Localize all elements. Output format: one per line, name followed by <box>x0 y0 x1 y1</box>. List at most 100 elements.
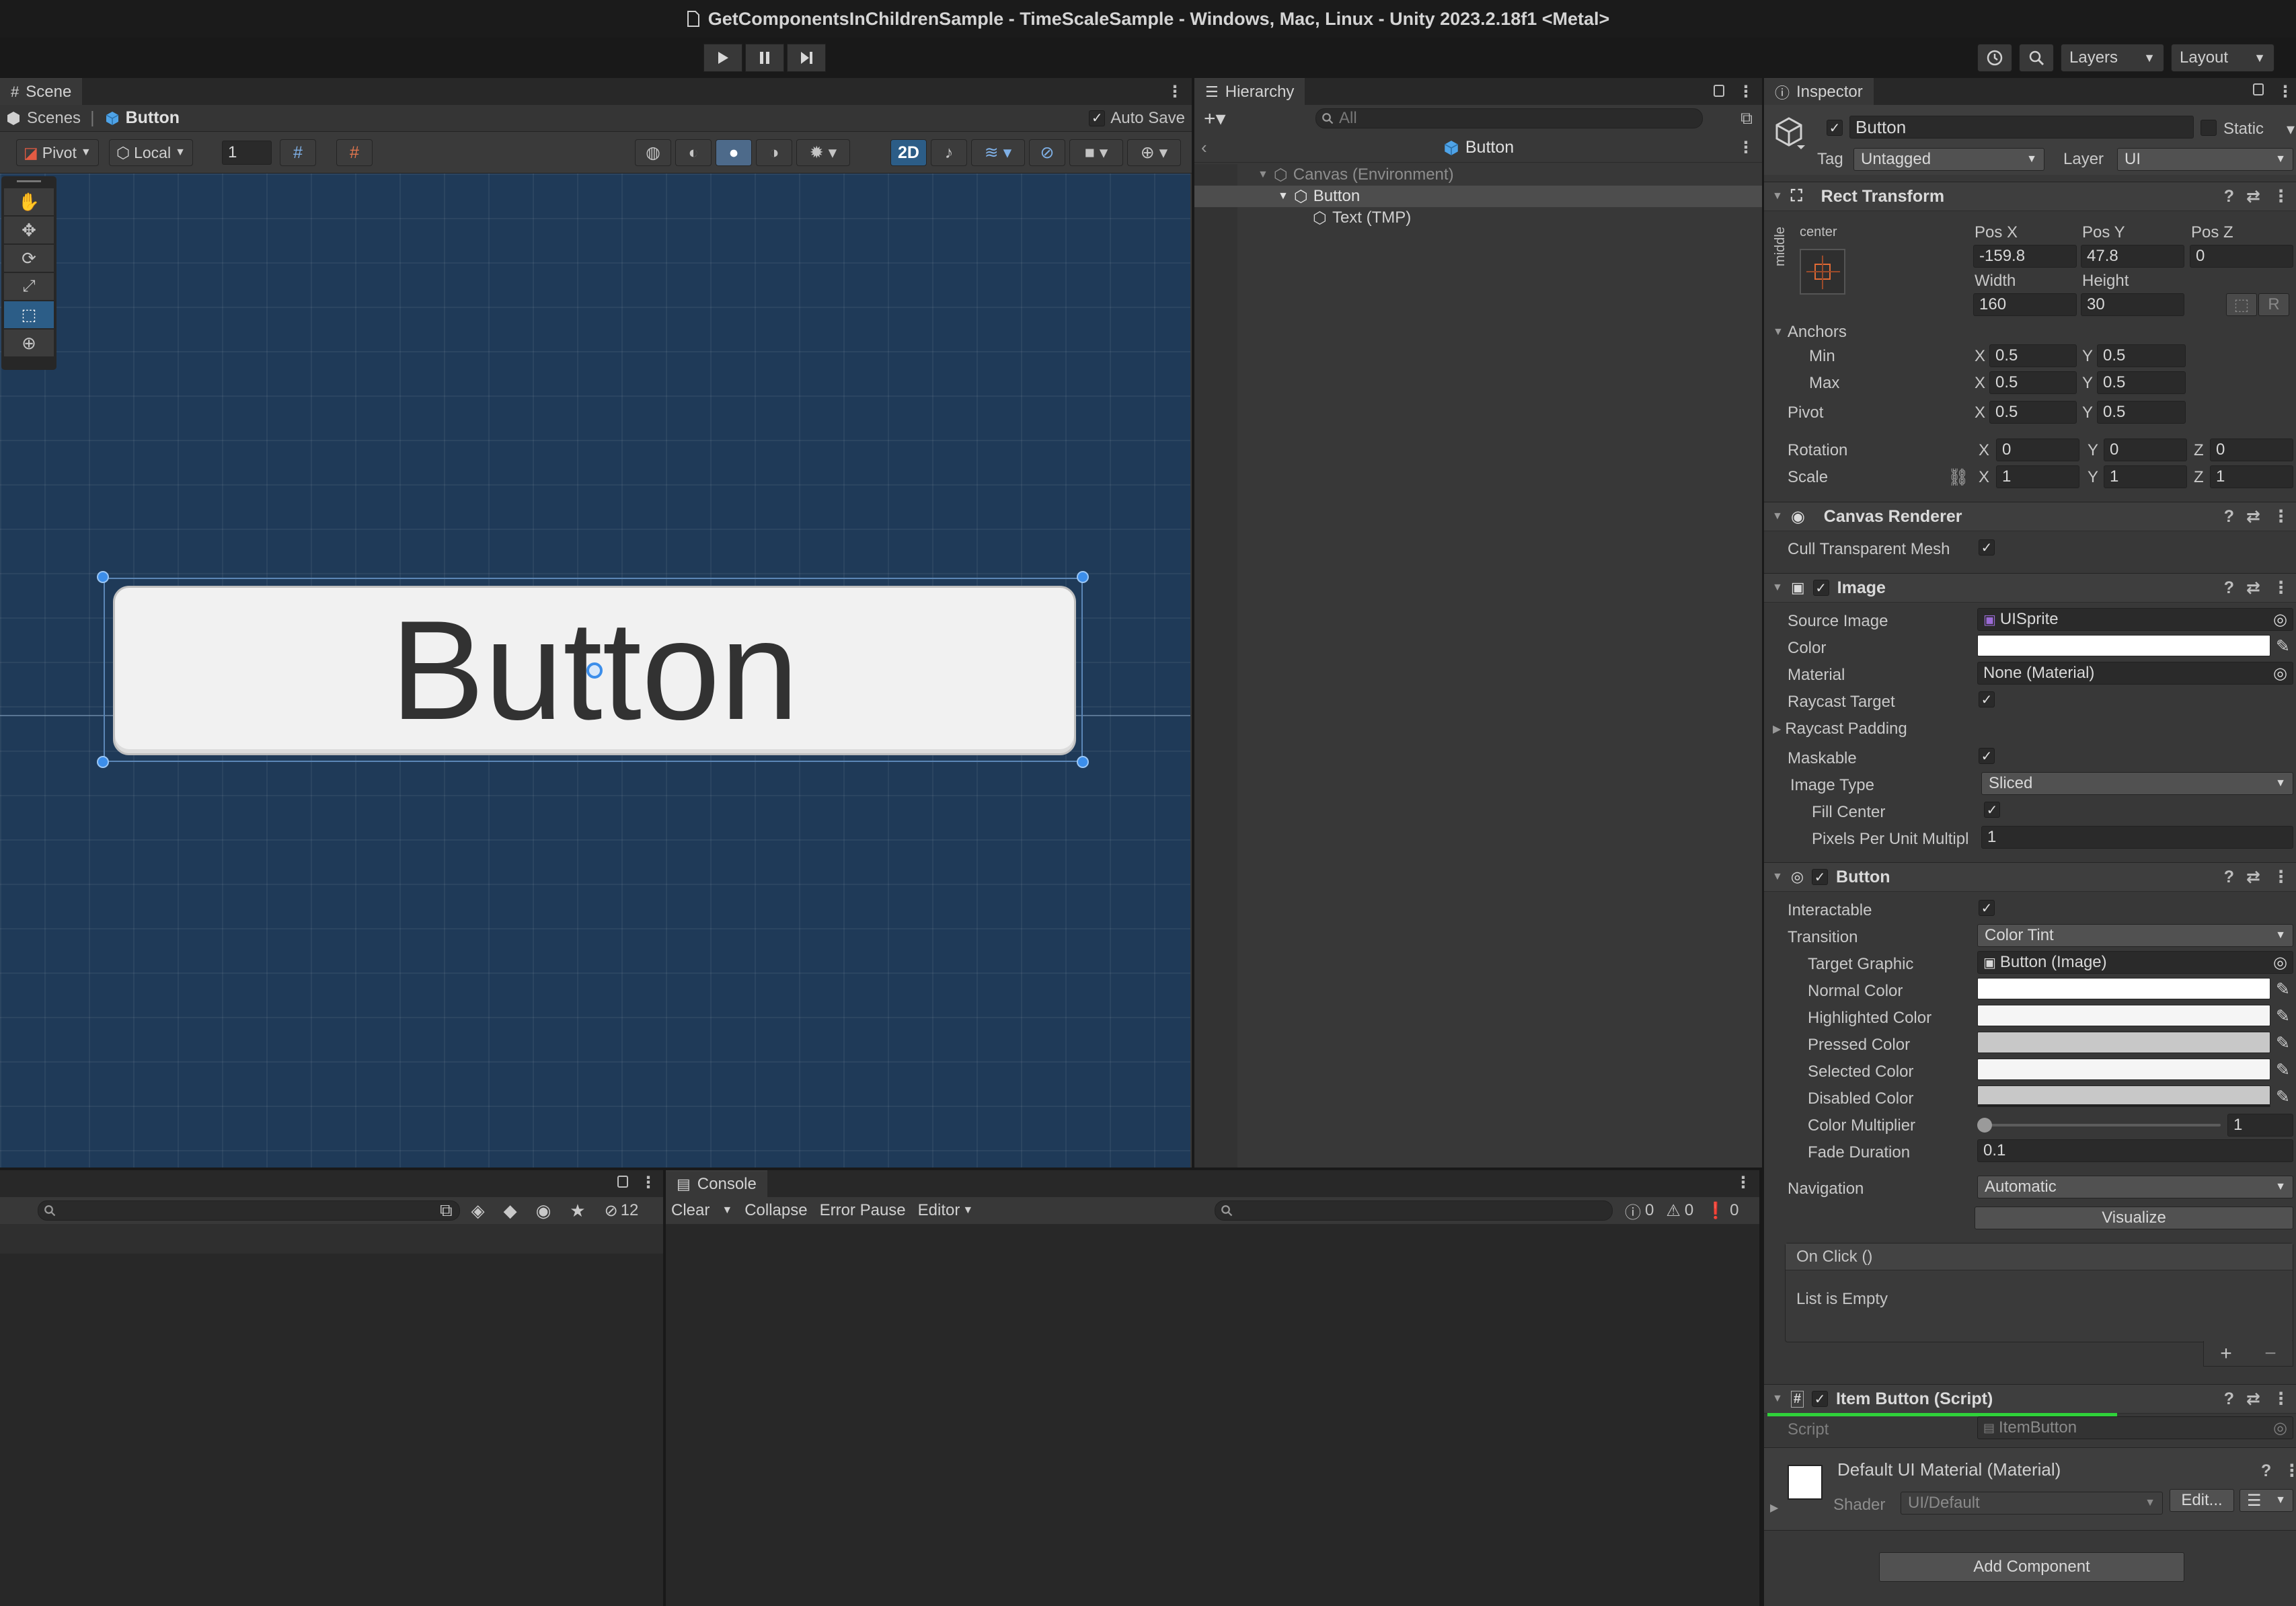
shader-edit-button[interactable]: Edit... <box>2170 1489 2234 1512</box>
grid-size-input[interactable]: 1 <box>222 141 272 165</box>
favorite-star-icon[interactable]: ★ <box>570 1200 585 1221</box>
error-filter-toggle[interactable]: ❗ 0 <box>1706 1201 1738 1221</box>
rect-handle-top-right[interactable] <box>1077 571 1089 583</box>
fill-center-checkbox[interactable]: ✓ <box>1984 802 2000 818</box>
rect-handle-bottom-right[interactable] <box>1077 756 1089 768</box>
selected-color-swatch[interactable] <box>1977 1059 2270 1080</box>
material-field[interactable]: None (Material) ◎ <box>1977 662 2293 685</box>
hierarchy-item[interactable]: ▼ ⬡ Canvas (Environment) <box>1194 164 1762 186</box>
image-type-dropdown[interactable]: Sliced ▼ <box>1981 772 2293 795</box>
scale-x-input[interactable]: 1 <box>1996 465 2079 488</box>
anchor-min-x-input[interactable]: 0.5 <box>1989 344 2077 367</box>
scale-tool-button[interactable]: ⤢ <box>4 273 54 300</box>
preset-icon[interactable]: ⇄ <box>2246 1389 2260 1409</box>
history-button[interactable] <box>1977 44 2012 72</box>
play-button[interactable] <box>703 44 742 72</box>
clear-dropdown[interactable]: Clear ▼ <box>671 1201 732 1220</box>
shading-shaded-button[interactable]: ● <box>716 139 752 166</box>
item-button-script-header[interactable]: ▼ # ✓ Item Button (Script) ? ⇄ ⋮ <box>1764 1384 2296 1414</box>
scale-y-input[interactable]: 1 <box>2104 465 2187 488</box>
rect-handle-top-left[interactable] <box>97 571 109 583</box>
foldout-arrow-icon[interactable]: ▼ <box>1772 510 1783 523</box>
component-menu-icon[interactable]: ⋮ <box>2283 1461 2296 1481</box>
hierarchy-item[interactable]: ⬡ Text (TMP) <box>1194 207 1762 229</box>
log-filter-toggle[interactable]: ⓘ 0 <box>1625 1199 1654 1223</box>
component-menu-icon[interactable]: ⋮ <box>2272 186 2289 206</box>
hierarchy-item-selected[interactable]: ▼ ⬡ Button <box>1194 186 1762 207</box>
help-icon[interactable]: ? <box>2224 187 2234 206</box>
eyedropper-icon[interactable]: ✎ <box>2276 1087 2290 1107</box>
auto-save-toggle[interactable]: ✓ Auto Save <box>1089 109 1185 128</box>
component-menu-icon[interactable]: ⋮ <box>2272 506 2289 527</box>
search-options-icon[interactable]: ⧉ <box>440 1200 453 1221</box>
height-input[interactable]: 30 <box>2081 293 2184 316</box>
expand-arrow-icon[interactable]: ▼ <box>1278 190 1289 202</box>
active-checkbox[interactable]: ✓ <box>1827 120 1843 136</box>
image-enabled-checkbox[interactable]: ✓ <box>1812 580 1829 596</box>
material-preview-thumbnail[interactable] <box>1788 1465 1823 1500</box>
image-header[interactable]: ▼ ▣ ✓ Image ? ⇄ ⋮ <box>1764 573 2296 603</box>
increment-snap-button[interactable]: # <box>336 139 373 166</box>
step-button[interactable] <box>787 44 826 72</box>
help-icon[interactable]: ? <box>2224 578 2234 598</box>
anchor-max-y-input[interactable]: 0.5 <box>2097 371 2186 394</box>
audio-toggle-button[interactable]: ♪ <box>931 139 967 166</box>
expand-arrow-icon[interactable]: ▼ <box>1258 169 1268 181</box>
shading-wireframe-button[interactable]: ◐ <box>675 139 712 166</box>
pivot-x-input[interactable]: 0.5 <box>1989 401 2077 424</box>
scene-menu-icon[interactable]: ⋮ <box>1167 82 1183 102</box>
help-icon[interactable]: ? <box>2261 1461 2271 1481</box>
raycast-target-checkbox[interactable]: ✓ <box>1979 691 1995 708</box>
rotate-tool-button[interactable]: ⟳ <box>4 245 54 272</box>
eyedropper-icon[interactable]: ✎ <box>2276 1006 2290 1026</box>
debug-draw-dropdown[interactable]: ✹ ▾ <box>796 139 850 166</box>
eyedropper-icon[interactable]: ✎ <box>2276 1033 2290 1053</box>
auto-save-checkbox[interactable]: ✓ <box>1089 110 1106 126</box>
project-menu-icon[interactable]: ⋮ <box>640 1173 656 1192</box>
pivot-y-input[interactable]: 0.5 <box>2097 401 2186 424</box>
static-checkbox[interactable] <box>2201 120 2217 136</box>
console-menu-icon[interactable]: ⋮ <box>1735 1173 1751 1192</box>
hand-tool-button[interactable]: ✋ <box>4 188 54 215</box>
rotation-y-input[interactable]: 0 <box>2104 438 2187 461</box>
foldout-arrow-icon[interactable]: ▼ <box>1772 1393 1783 1405</box>
inspector-menu-icon[interactable]: ⋮ <box>2277 82 2293 102</box>
pixels-per-unit-input[interactable]: 1 <box>1981 826 2293 849</box>
maskable-checkbox[interactable]: ✓ <box>1979 748 1995 764</box>
visualize-button[interactable]: Visualize <box>1975 1207 2293 1229</box>
foldout-arrow-icon[interactable]: ▶ <box>1770 1501 1778 1515</box>
normal-color-swatch[interactable] <box>1977 978 2270 999</box>
warning-filter-toggle[interactable]: ⚠ 0 <box>1666 1201 1693 1221</box>
transition-dropdown[interactable]: Color Tint ▼ <box>1977 924 2293 947</box>
preset-icon[interactable]: ⇄ <box>2246 578 2260 598</box>
layout-dropdown[interactable]: Layout ▼ <box>2171 44 2274 72</box>
color-multiplier-slider-thumb[interactable] <box>1977 1118 1992 1133</box>
width-input[interactable]: 160 <box>1973 293 2077 316</box>
raw-edit-button[interactable]: R <box>2258 293 2289 316</box>
add-icon[interactable]: +▾ <box>1204 107 1226 130</box>
gizmos-dropdown[interactable]: ⊕ ▾ <box>1127 139 1181 166</box>
object-picker-icon[interactable]: ◎ <box>2273 610 2287 629</box>
color-swatch[interactable] <box>1977 635 2270 656</box>
source-image-field[interactable]: ▣ UISprite ◎ <box>1977 608 2293 631</box>
component-menu-icon[interactable]: ⋮ <box>2272 578 2289 598</box>
pivot-dropdown[interactable]: ◪ Pivot ▼ <box>16 139 99 166</box>
project-lock-icon[interactable] <box>617 1176 628 1188</box>
foldout-arrow-icon[interactable]: ▼ <box>1772 190 1783 202</box>
project-search-input[interactable] <box>38 1200 460 1221</box>
help-icon[interactable]: ? <box>2224 1389 2234 1409</box>
effects-dropdown[interactable]: ≋ ▾ <box>971 139 1025 166</box>
eyedropper-icon[interactable]: ✎ <box>2276 1060 2290 1080</box>
preset-icon[interactable]: ⇄ <box>2246 506 2260 527</box>
hierarchy-search-input[interactable]: All <box>1315 108 1703 128</box>
eyedropper-icon[interactable]: ✎ <box>2276 979 2290 999</box>
fade-duration-input[interactable]: 0.1 <box>1977 1139 2293 1162</box>
highlighted-color-swatch[interactable] <box>1977 1005 2270 1026</box>
move-tool-button[interactable]: ✥ <box>4 217 54 243</box>
pause-button[interactable] <box>745 44 784 72</box>
anchor-preset-button[interactable] <box>1800 249 1845 295</box>
color-multiplier-input[interactable]: 1 <box>2227 1114 2293 1137</box>
inspector-lock-icon[interactable] <box>2253 83 2264 95</box>
preset-icon[interactable]: ⇄ <box>2246 186 2260 206</box>
interactable-checkbox[interactable]: ✓ <box>1979 900 1995 916</box>
